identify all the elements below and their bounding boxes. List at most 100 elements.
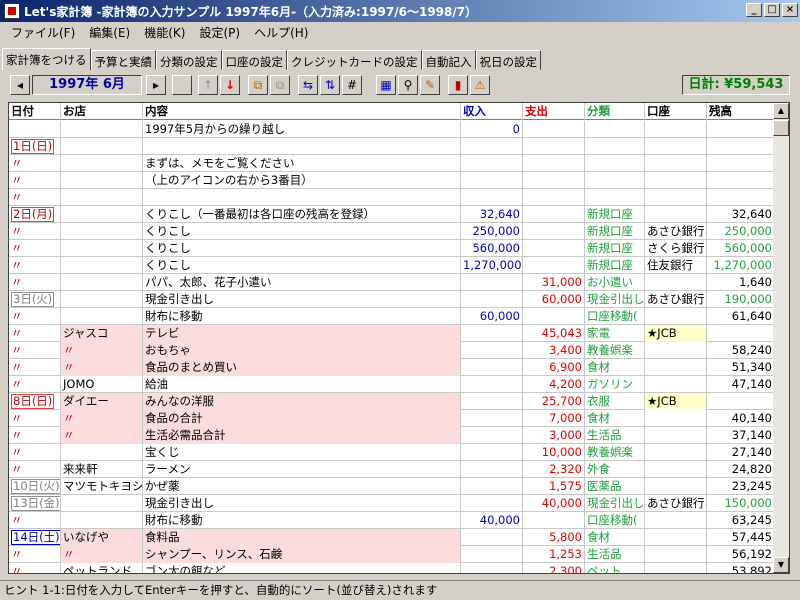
cell-account[interactable] <box>645 410 707 427</box>
cell-shop[interactable] <box>61 155 143 172</box>
minimize-button[interactable]: _ <box>746 3 762 17</box>
cell-date[interactable]: 〃 <box>9 274 61 291</box>
cell-expense[interactable] <box>523 240 585 257</box>
cell-income[interactable] <box>461 393 523 410</box>
cell-income[interactable] <box>461 461 523 478</box>
cell-category[interactable]: 新規口座 <box>585 240 645 257</box>
cell-income[interactable] <box>461 410 523 427</box>
search-icon[interactable]: ⚲ <box>398 75 418 95</box>
cell-date[interactable]: 〃 <box>9 461 61 478</box>
cell-account[interactable] <box>645 512 707 529</box>
next-month-button[interactable]: ▸ <box>146 75 166 95</box>
cell-item[interactable]: くりこし <box>143 257 461 274</box>
cell-expense[interactable] <box>523 121 585 138</box>
cell-income[interactable] <box>461 325 523 342</box>
cell-date[interactable]: 2日(月) <box>9 206 61 223</box>
cell-income[interactable]: 40,000 <box>461 512 523 529</box>
cell-category[interactable] <box>585 172 645 189</box>
cell-account[interactable] <box>645 155 707 172</box>
cell-date[interactable]: 〃 <box>9 342 61 359</box>
cell-account[interactable] <box>645 427 707 444</box>
cell-balance[interactable] <box>707 189 775 206</box>
cell-balance[interactable] <box>707 172 775 189</box>
cell-date[interactable]: 8日(日) <box>9 393 61 410</box>
table-row[interactable]: 2日(月) くりこし（一番最初は各口座の残高を登録） 32,640 新規口座 32,64… <box>9 206 775 223</box>
tab-budget[interactable]: 予算と実績 <box>90 50 156 70</box>
cell-account[interactable] <box>645 206 707 223</box>
cell-account[interactable] <box>645 138 707 155</box>
cell-account[interactable] <box>645 359 707 376</box>
cell-balance[interactable]: 32,640 <box>707 206 775 223</box>
table-row[interactable]: 〃〃食品の合計 7,000 食材 40,140 <box>9 410 775 427</box>
cell-balance[interactable]: 250,000 <box>707 223 775 240</box>
cell-balance[interactable]: 63,245 <box>707 512 775 529</box>
close-button[interactable]: × <box>782 3 798 17</box>
col-income[interactable]: 収入 <box>461 103 523 120</box>
cell-category[interactable] <box>585 155 645 172</box>
cell-date[interactable] <box>9 121 61 138</box>
col-expense[interactable]: 支出 <box>523 103 585 120</box>
cell-category[interactable]: 現金引出し <box>585 291 645 308</box>
table-row[interactable]: 〃〃シャンプー、リンス、石鹸 1,253 生活品 56,192 <box>9 546 775 563</box>
cell-shop[interactable] <box>61 291 143 308</box>
cell-category[interactable]: 医薬品 <box>585 478 645 495</box>
cell-category[interactable]: 衣服 <box>585 393 645 410</box>
cell-shop[interactable]: 来来軒 <box>61 461 143 478</box>
cell-expense[interactable] <box>523 172 585 189</box>
cell-balance[interactable]: 56,192 <box>707 546 775 563</box>
menu-function[interactable]: 機能(K) <box>137 24 192 41</box>
calendar-icon[interactable]: ▦ <box>376 75 396 95</box>
cell-balance[interactable]: 37,140 <box>707 427 775 444</box>
cell-item[interactable] <box>143 189 461 206</box>
cell-account[interactable] <box>645 563 707 573</box>
table-row[interactable]: 〃 ペットランド ゴン太の餌など 2,300 ペット 53,892 <box>9 563 775 573</box>
cell-expense[interactable]: 1,575 <box>523 478 585 495</box>
cell-income[interactable] <box>461 427 523 444</box>
cell-shop[interactable] <box>61 274 143 291</box>
cell-date[interactable]: 〃 <box>9 189 61 206</box>
cell-item[interactable]: くりこし <box>143 240 461 257</box>
cell-expense[interactable]: 40,000 <box>523 495 585 512</box>
table-row[interactable]: 〃くりこし 560,000 新規口座 さくら銀行 560,000 <box>9 240 775 257</box>
cell-balance[interactable]: 61,640 <box>707 308 775 325</box>
tab-category-settings[interactable]: 分類の設定 <box>156 50 222 70</box>
cell-item[interactable]: 給油 <box>143 376 461 393</box>
cell-item[interactable]: 食品のまとめ買い <box>143 359 461 376</box>
cell-shop[interactable]: ペットランド <box>61 563 143 573</box>
cell-item[interactable]: 食料品 <box>143 529 461 546</box>
cell-income[interactable] <box>461 189 523 206</box>
cell-account[interactable] <box>645 308 707 325</box>
cell-category[interactable]: 外食 <box>585 461 645 478</box>
cell-date[interactable]: 1日(日) <box>9 138 61 155</box>
cell-category[interactable]: ガソリン <box>585 376 645 393</box>
cell-item[interactable]: くりこし <box>143 223 461 240</box>
cell-date[interactable]: 〃 <box>9 223 61 240</box>
cell-date[interactable]: 〃 <box>9 359 61 376</box>
tab-account-settings[interactable]: 口座の設定 <box>221 50 287 70</box>
cell-category[interactable]: 新規口座 <box>585 257 645 274</box>
cell-item[interactable]: パパ、太郎、花子小遣い <box>143 274 461 291</box>
cell-category[interactable]: 食材 <box>585 359 645 376</box>
cell-category[interactable]: 口座移動( <box>585 512 645 529</box>
paste-icon[interactable]: ⧉ <box>270 75 290 95</box>
cell-balance[interactable]: 51,340 <box>707 359 775 376</box>
menu-settings[interactable]: 設定(P) <box>192 24 247 41</box>
cell-expense[interactable]: 5,800 <box>523 529 585 546</box>
scroll-down-button[interactable]: ▼ <box>773 557 789 573</box>
cell-income[interactable]: 32,640 <box>461 206 523 223</box>
cell-category[interactable] <box>585 189 645 206</box>
up-arrow-icon[interactable]: ↑ <box>198 75 218 95</box>
col-account[interactable]: 口座 <box>645 103 707 120</box>
tab-credit-card-settings[interactable]: クレジットカードの設定 <box>287 50 422 70</box>
cell-balance[interactable] <box>707 325 775 342</box>
table-row[interactable]: 13日(金) 現金引き出し 40,000 現金引出し あさひ銀行 150,000 <box>9 495 775 512</box>
menu-file[interactable]: ファイル(F) <box>4 24 82 41</box>
cell-account[interactable] <box>645 478 707 495</box>
copy-icon[interactable]: ⧉ <box>248 75 268 95</box>
table-row[interactable]: 1997年5月からの繰り越し 0 <box>9 121 775 138</box>
table-row[interactable]: 8日(日) ダイエー みんなの洋服 25,700 衣服 ★JCB <box>9 393 775 410</box>
cell-date[interactable]: 〃 <box>9 240 61 257</box>
chart-icon[interactable]: ▮ <box>448 75 468 95</box>
table-row[interactable]: 〃 まずは、メモをご覧ください <box>9 155 775 172</box>
table-row[interactable]: 〃 <box>9 189 775 206</box>
